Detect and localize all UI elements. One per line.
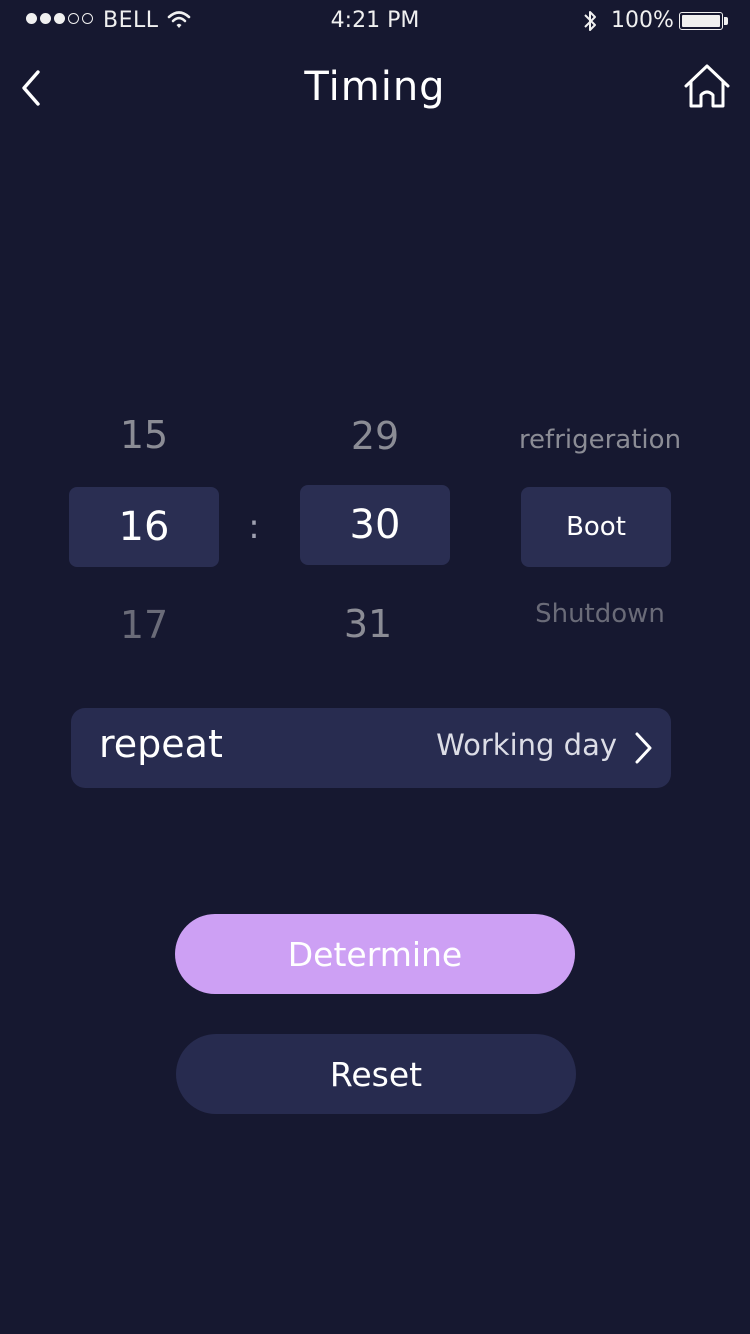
bluetooth-icon — [584, 11, 596, 31]
mode-option-next[interactable]: Shutdown — [500, 599, 700, 629]
page-title: Timing — [304, 64, 446, 110]
repeat-row[interactable]: repeat Working day — [71, 708, 671, 788]
reset-button[interactable]: Reset — [176, 1034, 576, 1114]
mode-selected[interactable]: Boot — [521, 487, 671, 567]
determine-button[interactable]: Determine — [175, 914, 575, 994]
battery-icon — [679, 12, 729, 30]
repeat-label: repeat — [99, 722, 223, 766]
minute-option-prev[interactable]: 29 — [300, 414, 450, 458]
hour-option-prev[interactable]: 15 — [69, 413, 219, 457]
hour-option-next[interactable]: 17 — [69, 603, 219, 647]
minute-option-next[interactable]: 31 — [293, 602, 443, 646]
minute-selected[interactable]: 30 — [300, 485, 450, 565]
battery-percentage: 100% — [611, 8, 674, 33]
status-bar: BELL 4:21 PM 100% — [0, 0, 750, 40]
mode-option-prev[interactable]: refrigeration — [500, 425, 700, 455]
time-separator: : — [248, 507, 260, 547]
hour-selected[interactable]: 16 — [69, 487, 219, 567]
chevron-right-icon — [635, 732, 652, 764]
home-button[interactable] — [682, 62, 732, 112]
home-icon — [684, 64, 730, 108]
repeat-value: Working day — [436, 728, 617, 762]
